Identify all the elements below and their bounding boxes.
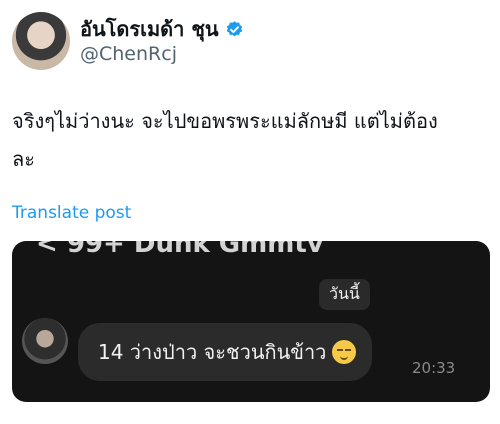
chat-header: < 99+ Dunk Gmmtv xyxy=(36,241,324,259)
relieved-face-emoji-icon xyxy=(332,340,357,364)
chat-message-bubble: 14 ว่างป่าว จะชวนกินข้าว xyxy=(78,323,373,381)
author-display-name[interactable]: อันโดรเมด้า ชุน xyxy=(80,16,219,42)
chat-contact-avatar xyxy=(22,318,68,364)
chat-title: < 99+ Dunk Gmmtv xyxy=(36,241,324,259)
display-name-row: อันโดรเมด้า ชุน xyxy=(80,16,244,42)
translate-post-link[interactable]: Translate post xyxy=(12,203,131,223)
tweet-text: จริงๆไม่ว่างนะ จะไปขอพรพระแม่ลักษมี แต่ไ… xyxy=(12,109,438,171)
tweet-header: อันโดรเมด้า ชุน @ChenRcj xyxy=(12,12,244,70)
chat-date-pill: วันนี้ xyxy=(319,279,370,310)
author-avatar[interactable] xyxy=(12,12,70,70)
author-handle[interactable]: @ChenRcj xyxy=(80,42,244,66)
chat-message-text: 14 ว่างป่าว จะชวนกินข้าว xyxy=(98,340,327,364)
author-names: อันโดรเมด้า ชุน @ChenRcj xyxy=(80,16,244,66)
verified-badge-icon xyxy=(226,20,242,36)
chat-message-time: 20:33 xyxy=(412,359,456,377)
attached-image[interactable]: < 99+ Dunk Gmmtv วันนี้ 14 ว่างป่าว จะชว… xyxy=(12,241,490,402)
